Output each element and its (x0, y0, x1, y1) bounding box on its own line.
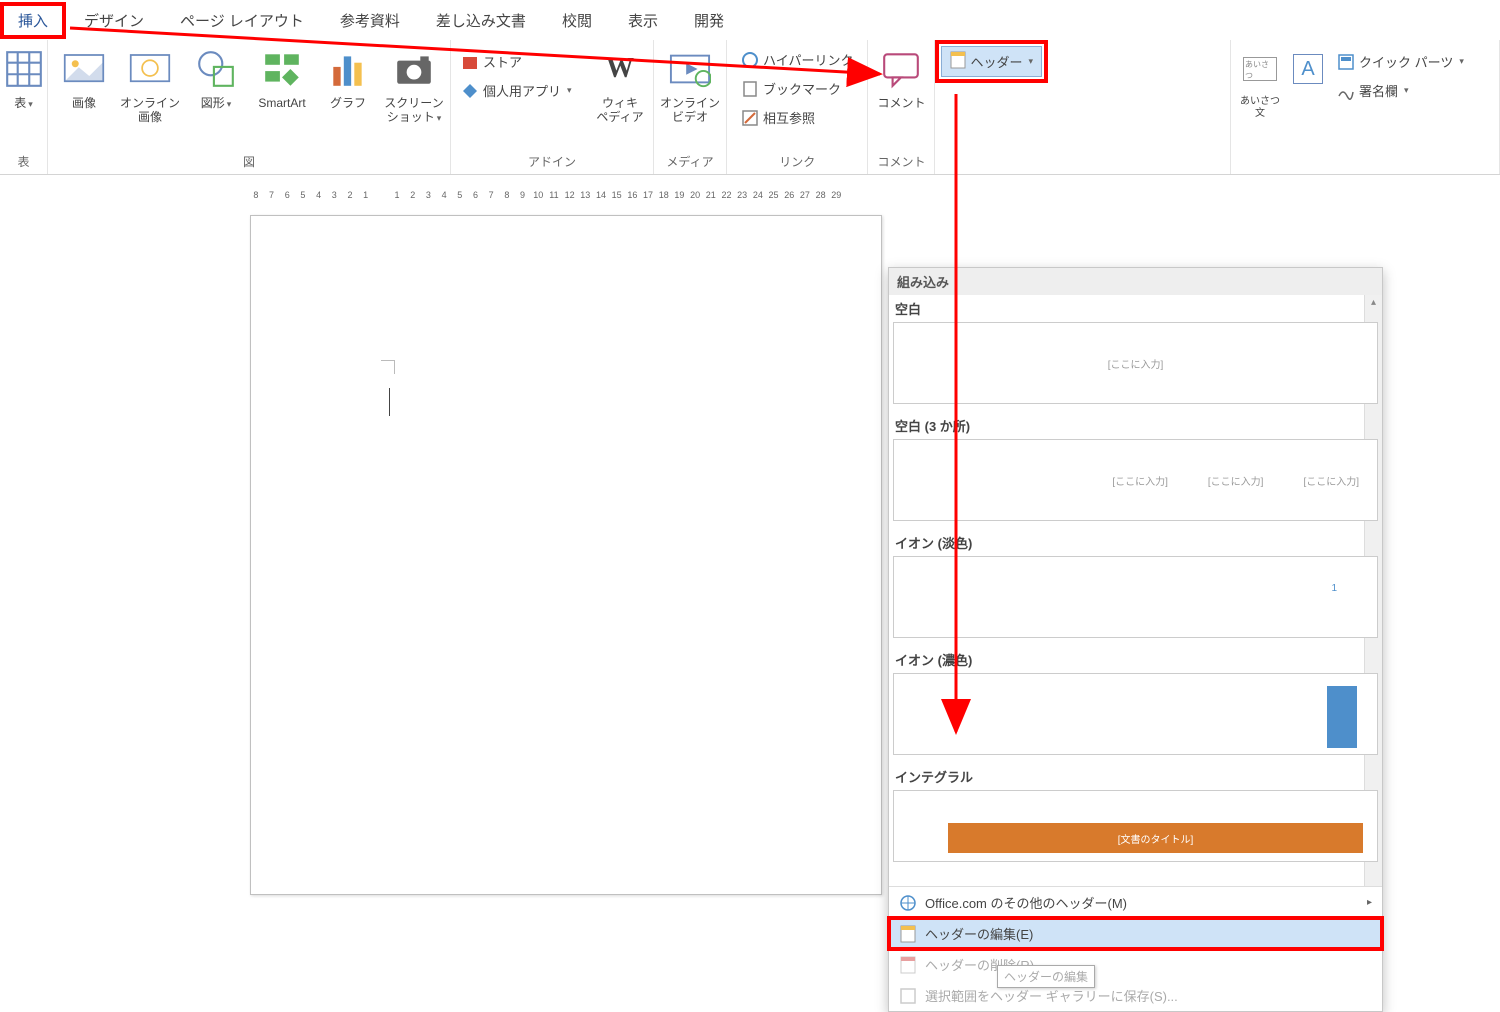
integral-bar: [文書のタイトル] (948, 823, 1363, 853)
wikipedia-icon: W (599, 48, 641, 90)
tab-review[interactable]: 校閲 (544, 2, 610, 39)
quickparts-button[interactable]: クイック パーツ▾ (1333, 50, 1493, 73)
crossref-button[interactable]: 相互参照 (737, 106, 857, 129)
myapps-button[interactable]: 個人用アプリ▾ (457, 79, 587, 102)
tab-references[interactable]: 参考資料 (322, 2, 418, 39)
tab-insert[interactable]: 挿入 (0, 2, 66, 39)
group-media-label: メディア (666, 153, 713, 172)
textbox-icon: A (1287, 48, 1329, 90)
group-figure-label: 図 (243, 153, 255, 172)
document-page[interactable] (250, 215, 882, 895)
greeting-icon: あいさつ (1239, 48, 1281, 90)
crossref-icon (741, 109, 759, 127)
tab-design[interactable]: デザイン (66, 2, 162, 39)
textbox-button[interactable]: A (1289, 44, 1327, 90)
group-headerfooter: ヘッダー ▾ (935, 40, 1048, 174)
gallery-body: ▴ 空白 [ここに入力] 空白 (3 か所) [ここに入力] [ここに入力] [… (889, 295, 1382, 886)
edit-header[interactable]: ヘッダーの編集(E) (889, 918, 1382, 949)
ion-dark-bar (1327, 686, 1357, 748)
template-blank[interactable]: 空白 [ここに入力] (893, 295, 1378, 404)
signature-icon (1337, 82, 1355, 100)
group-comment-label: コメント (877, 153, 925, 172)
ribbon: 表▾ 表 画像 オンライン 画像 図形▾ SmartArt (0, 40, 1500, 175)
group-addins: ストア 個人用アプリ▾ W ウィキ ペディア アドイン (451, 40, 654, 174)
group-table: 表▾ 表 (0, 40, 48, 174)
header-gallery-dropdown: 組み込み ▴ 空白 [ここに入力] 空白 (3 か所) [ここに入力] [ここに… (888, 267, 1383, 1012)
camera-icon (393, 48, 435, 90)
onlinevideo-button[interactable]: オンライン ビデオ (660, 44, 720, 125)
delete-header: ヘッダーの削除(R) ヘッダーの編集 (889, 949, 1382, 980)
group-table-label: 表 (17, 153, 29, 172)
online-images-button[interactable]: オンライン 画像 (120, 44, 180, 125)
video-icon (669, 48, 711, 90)
images-button[interactable]: 画像 (54, 44, 114, 110)
comment-icon (880, 48, 922, 90)
tab-view[interactable]: 表示 (610, 2, 676, 39)
smartart-icon (261, 48, 303, 90)
tab-mailings[interactable]: 差し込み文書 (418, 2, 544, 39)
gallery-section-header: 組み込み (889, 268, 1382, 295)
online-images-icon (129, 48, 171, 90)
template-blank-3[interactable]: 空白 (3 か所) [ここに入力] [ここに入力] [ここに入力] (893, 412, 1378, 521)
shapes-button[interactable]: 図形▾ (186, 44, 246, 110)
chart-icon (327, 48, 369, 90)
table-icon (3, 48, 45, 90)
globe-icon (899, 894, 917, 912)
page-icon (950, 51, 966, 72)
bookmark-button[interactable]: ブックマーク (737, 77, 857, 100)
table-button[interactable]: 表▾ (2, 44, 46, 110)
chevron-right-icon: ▸ (1367, 897, 1372, 908)
template-ion-dark[interactable]: イオン (濃色) (893, 646, 1378, 755)
save-to-gallery: 選択範囲をヘッダー ギャラリーに保存(S)... (889, 980, 1382, 1011)
group-addins-label: アドイン (528, 153, 576, 172)
text-cursor (389, 388, 390, 416)
table-label: 表▾ (14, 96, 33, 110)
header-dropdown-button[interactable]: ヘッダー ▾ (941, 46, 1042, 77)
signature-button[interactable]: 署名欄▾ (1333, 79, 1493, 102)
group-comment: コメント コメント (868, 40, 935, 174)
hyperlink-icon (741, 51, 759, 69)
save-icon (899, 987, 917, 1005)
screenshot-button[interactable]: スクリーン ショット▾ (384, 44, 444, 125)
images-icon (63, 48, 105, 90)
tab-layout[interactable]: ページ レイアウト (162, 2, 322, 39)
shapes-icon (195, 48, 237, 90)
page-icon (899, 925, 917, 943)
horizontal-ruler[interactable]: 8765432112345678910111213141516171819202… (248, 185, 884, 205)
group-links-label: リンク (779, 153, 815, 172)
myapps-icon (461, 82, 479, 100)
chart-button[interactable]: グラフ (318, 44, 378, 110)
gallery-footer: Office.com のその他のヘッダー(M) ▸ ヘッダーの編集(E) ヘッダ… (889, 886, 1382, 1011)
hyperlink-button[interactable]: ハイパーリンク (737, 48, 857, 71)
group-links: ハイパーリンク ブックマーク 相互参照 リンク (727, 40, 868, 174)
tab-developer[interactable]: 開発 (676, 2, 742, 39)
template-ion-light[interactable]: イオン (淡色) 1 (893, 529, 1378, 638)
wikipedia-button[interactable]: W ウィキ ペディア (593, 44, 647, 125)
template-integral[interactable]: インテグラル [文書のタイトル] (893, 763, 1378, 862)
greeting-button[interactable]: あいさつ あいさつ 文 (1237, 44, 1283, 120)
chevron-down-icon: ▾ (1029, 56, 1034, 67)
quickparts-icon (1337, 53, 1355, 71)
group-figure: 画像 オンライン 画像 図形▾ SmartArt グラフ スクリーン ショット▾ (48, 40, 451, 174)
document-area: 8765432112345678910111213141516171819202… (0, 175, 1500, 910)
group-text: あいさつ あいさつ 文 A クイック パーツ▾ 署名欄▾ (1230, 40, 1500, 174)
ribbon-tabs: 挿入 デザイン ページ レイアウト 参考資料 差し込み文書 校閲 表示 開発 (0, 0, 1500, 40)
group-media: オンライン ビデオ メディア (654, 40, 727, 174)
comment-button[interactable]: コメント (874, 44, 928, 110)
bookmark-icon (741, 80, 759, 98)
smartart-button[interactable]: SmartArt (252, 44, 312, 110)
store-icon (461, 53, 479, 71)
page-red-icon (899, 956, 917, 974)
store-button[interactable]: ストア (457, 50, 587, 73)
more-headers-office[interactable]: Office.com のその他のヘッダー(M) ▸ (889, 887, 1382, 918)
